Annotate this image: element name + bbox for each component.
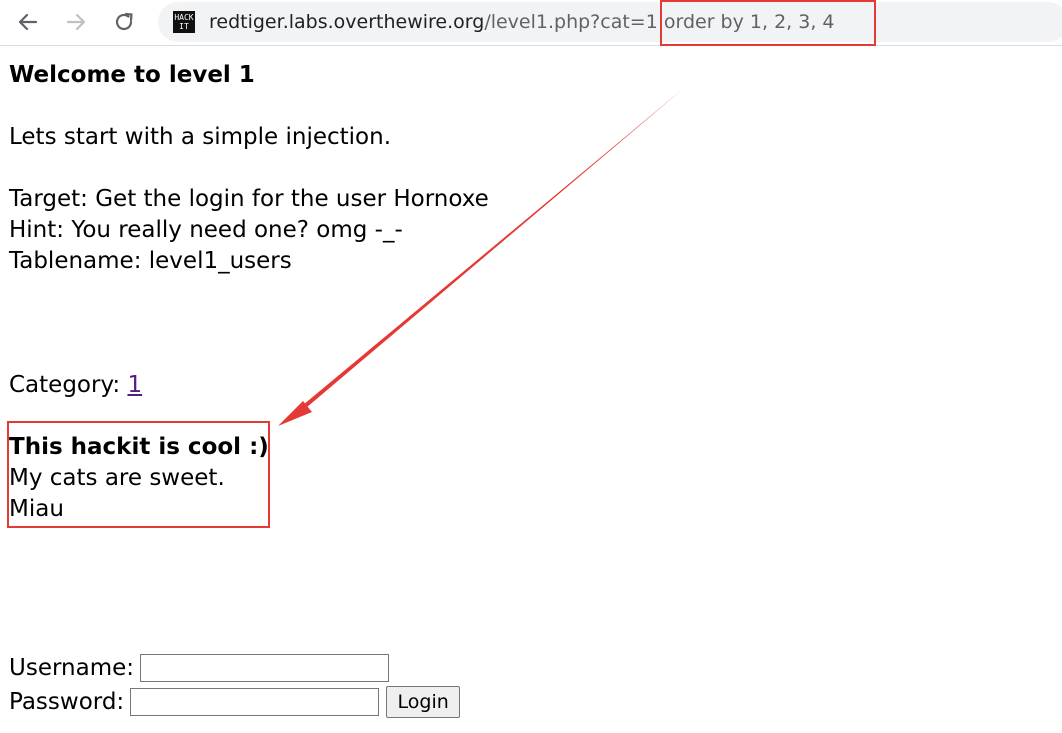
username-input[interactable] [140, 654, 389, 682]
username-row: Username: [9, 651, 460, 685]
username-label: Username: [9, 655, 134, 681]
password-input[interactable] [130, 688, 380, 716]
login-form: Username: Password: Login [9, 651, 461, 719]
arrow-shaft [297, 88, 684, 413]
login-button[interactable]: Login [386, 686, 461, 718]
annotation-arrow [278, 88, 684, 426]
password-row: Password: Login [9, 685, 461, 719]
password-label: Password: [9, 689, 125, 715]
